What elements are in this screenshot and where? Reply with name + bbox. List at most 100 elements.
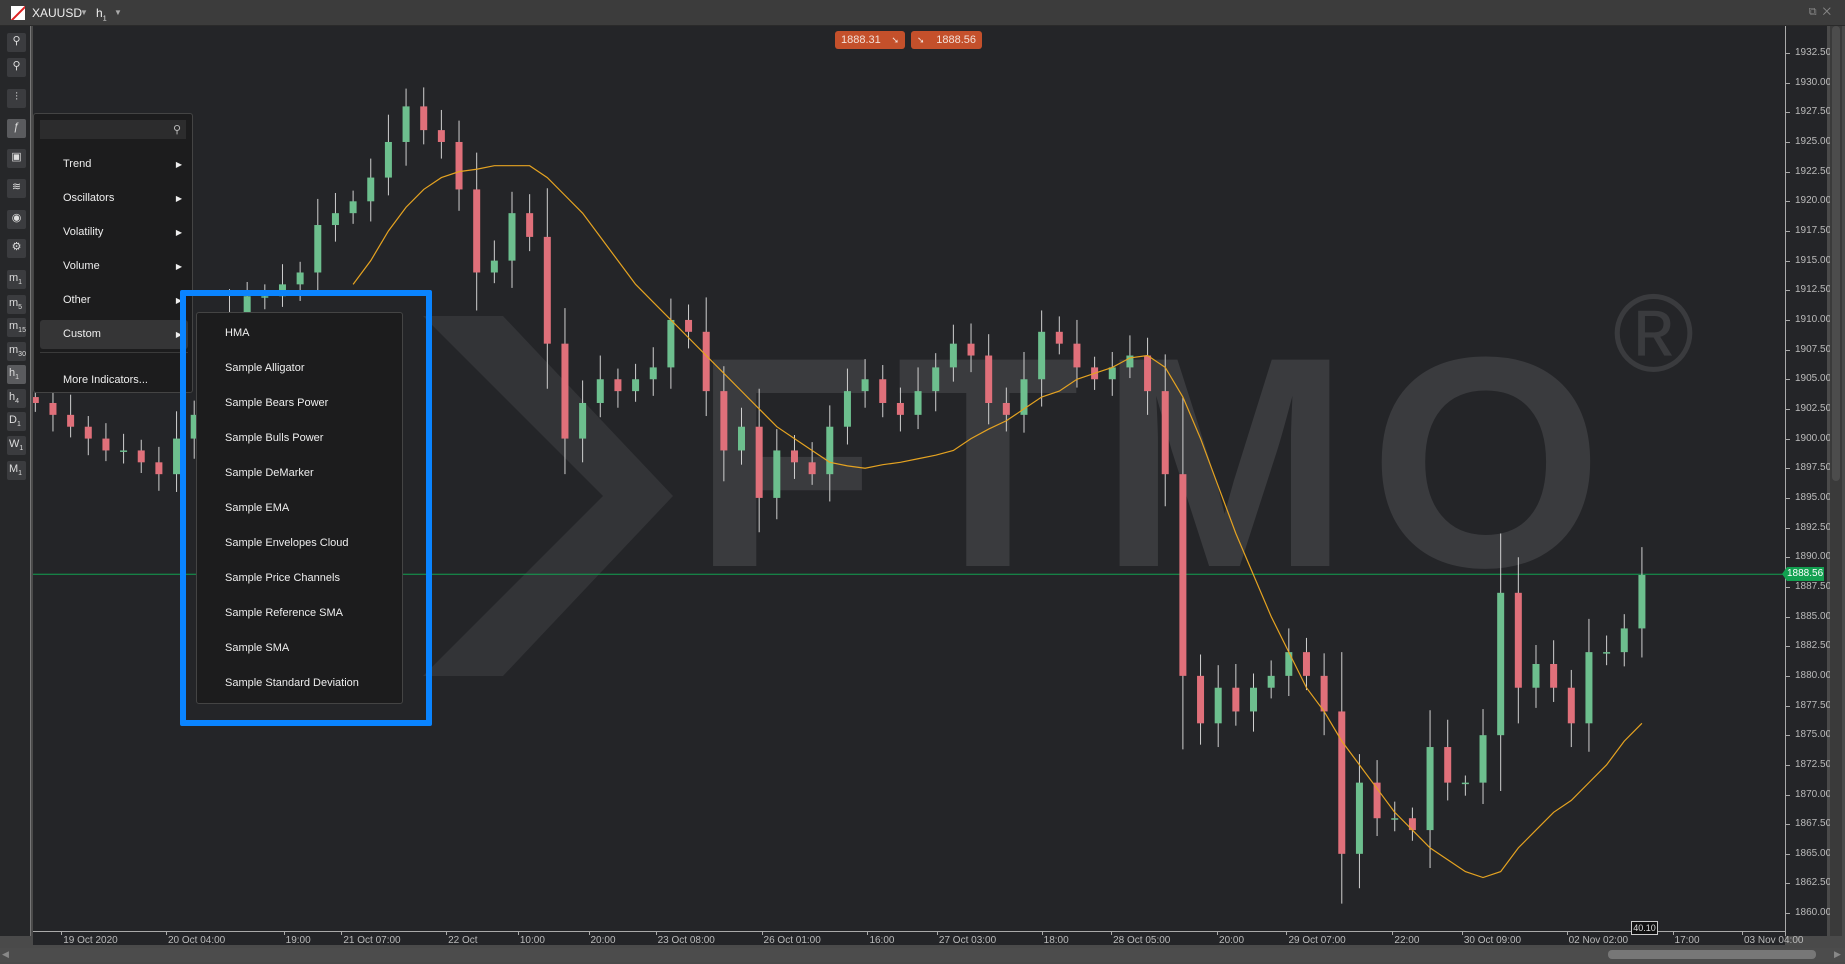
time-label: 26 Oct 01:00 (763, 935, 821, 946)
menu-item-trend[interactable]: Trend ▶ (40, 150, 188, 179)
price-tick (1786, 824, 1790, 826)
timeframe-selector[interactable]: h1 (96, 6, 107, 22)
candle-body (614, 379, 622, 392)
time-label: 22 Oct (448, 935, 478, 946)
candle-body (738, 426, 746, 451)
submenu-item[interactable]: Sample EMA (225, 502, 289, 514)
candle-body (1002, 402, 1010, 415)
time-tick (1286, 931, 1288, 935)
candle-body (1073, 343, 1081, 368)
timeframe-button[interactable]: m30 (7, 342, 26, 361)
detach-icon[interactable]: ⧉ (1809, 6, 1823, 18)
candle-body (1320, 675, 1328, 712)
zoom-out-button[interactable]: ⚲ (7, 58, 26, 77)
buy-button[interactable]: ➘ 1888.56 (911, 31, 982, 49)
candle-body (843, 391, 851, 427)
candle-body (1532, 663, 1540, 688)
timeframe-button[interactable]: D1 (7, 412, 26, 431)
candle-body (314, 225, 322, 273)
close-icon[interactable]: ✕ (1823, 6, 1837, 18)
scroll-right-icon[interactable]: ▶ (1834, 949, 1841, 960)
horizontal-scrollbar[interactable]: ◀ ▶ (0, 948, 1845, 962)
candlestick-button[interactable]: ⫶ (7, 89, 26, 108)
submenu-item[interactable]: Sample Bulls Power (225, 432, 323, 444)
timeframe-label: h (96, 6, 103, 20)
price-label: 1880.00 (1795, 669, 1832, 681)
eye-button[interactable]: ◉ (7, 210, 26, 229)
candle-body (790, 450, 798, 463)
submenu-item[interactable]: Sample Bears Power (225, 397, 328, 409)
chart-settings-button[interactable]: ⚙ (7, 239, 26, 258)
menu-item-other[interactable]: Other ▶ (40, 286, 188, 315)
vertical-scrollbar[interactable] (1830, 26, 1842, 936)
submenu-item[interactable]: Sample SMA (225, 642, 289, 654)
submenu-item[interactable]: Sample Envelopes Cloud (225, 537, 349, 549)
candle-body (296, 272, 304, 285)
candle-body (402, 106, 410, 142)
price-label: 1932.50 (1795, 47, 1832, 58)
chevron-down-icon[interactable]: ▼ (80, 8, 88, 17)
menu-item-label: Volatility (63, 226, 104, 238)
indicator-search-input[interactable] (40, 120, 186, 139)
timeframe-button[interactable]: m1 (7, 270, 26, 289)
time-label: 17:00 (1674, 935, 1700, 946)
robot-button[interactable]: ▣ (7, 149, 26, 168)
chevron-down-icon[interactable]: ▼ (114, 8, 122, 17)
candle-body (526, 213, 534, 237)
price-label: 1870.00 (1795, 788, 1832, 800)
candle-body (755, 426, 763, 498)
timeframe-button[interactable]: h1 (7, 365, 26, 384)
submenu-item[interactable]: Sample Alligator (225, 362, 305, 374)
price-tick (1786, 735, 1790, 737)
submenu-item[interactable]: Sample Standard Deviation (225, 677, 359, 689)
scroll-thumb[interactable] (1832, 26, 1840, 481)
candle-body (1144, 355, 1152, 392)
scroll-thumb[interactable] (1608, 950, 1816, 959)
time-label: 02 Nov 02:00 (1568, 935, 1629, 946)
scroll-left-icon[interactable]: ◀ (2, 949, 9, 960)
search-icon[interactable]: ⚲ (173, 123, 181, 136)
price-label: 1887.50 (1795, 580, 1832, 592)
price-tick (1786, 646, 1790, 648)
indicators-menu: ⚲ Trend ▶ Oscillators ▶ Volatility ▶ Volume ▶ Ot… (33, 113, 193, 393)
timeframe-button[interactable]: m15 (7, 318, 26, 337)
menu-item-oscillators[interactable]: Oscillators ▶ (40, 184, 188, 213)
menu-divider (40, 352, 188, 353)
sell-button[interactable]: 1888.31 ➘ (835, 31, 905, 49)
indicator-f-button[interactable]: ƒ (7, 119, 26, 138)
price-label: 1885.00 (1795, 610, 1832, 622)
timeframe-button[interactable]: m5 (7, 295, 26, 314)
submenu-item[interactable]: Sample Reference SMA (225, 607, 343, 619)
submenu-item[interactable]: Sample Price Channels (225, 572, 340, 584)
menu-item-volume[interactable]: Volume ▶ (40, 252, 188, 281)
price-label: 1872.50 (1795, 758, 1832, 770)
price-label: 1920.00 (1795, 195, 1832, 207)
time-label: 20 Oct 04:00 (167, 935, 226, 946)
timeframe-button[interactable]: h4 (7, 389, 26, 408)
candle-body (1232, 687, 1240, 712)
candle-body (685, 319, 693, 332)
candle-body (1391, 818, 1399, 820)
time-label: 16:00 (869, 935, 895, 946)
timeframe-button[interactable]: M1 (7, 461, 26, 480)
candle-body (1055, 331, 1063, 344)
symbol-selector[interactable]: XAUUSD (32, 6, 82, 20)
submenu-item[interactable]: Sample DeMarker (225, 467, 314, 479)
time-label: 29 Oct 07:00 (1288, 935, 1346, 946)
submenu-item[interactable]: HMA (225, 327, 249, 339)
price-tick (1786, 675, 1790, 677)
candlestick-icon: ⫶ (15, 91, 18, 103)
price-tick (1786, 290, 1790, 292)
more-indicators-item[interactable]: More Indicators... (40, 366, 188, 395)
candle-body (1197, 675, 1205, 724)
candle-body (437, 130, 445, 142)
menu-item-custom[interactable]: Custom ▶ (40, 320, 188, 349)
menu-item-volatility[interactable]: Volatility ▶ (40, 218, 188, 247)
timeframe-label: m (9, 320, 19, 332)
zoom-in-button[interactable]: ⚲ (7, 33, 26, 52)
price-axis[interactable] (1785, 26, 1827, 936)
menu-item-label: Volume (63, 260, 100, 272)
timeframe-button[interactable]: W1 (7, 436, 26, 455)
layers-button[interactable]: ≋ (7, 179, 26, 198)
timeframe-sub: 1 (15, 374, 20, 382)
